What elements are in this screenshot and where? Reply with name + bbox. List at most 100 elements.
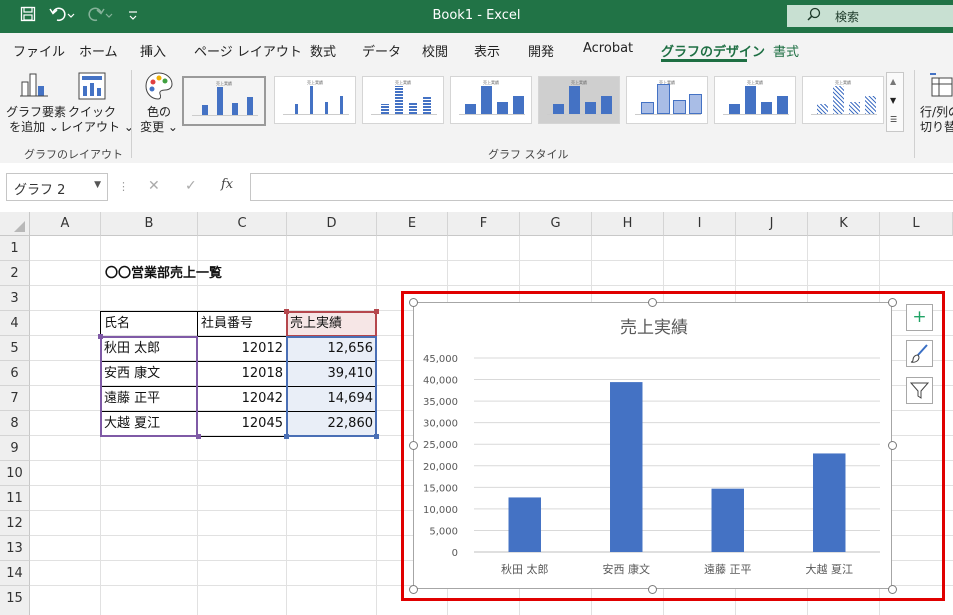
resize-handle[interactable] — [888, 298, 897, 307]
insert-function-icon[interactable]: fx — [221, 177, 233, 192]
formula-bar: グラフ 2 ▼ ⋮ ✕ ✓ fx — [0, 163, 953, 211]
cell-name[interactable]: 大越 夏江 — [104, 411, 160, 436]
col-header-a[interactable]: A — [30, 212, 101, 236]
resize-handle[interactable] — [409, 585, 418, 594]
row-header[interactable]: 1 — [0, 236, 30, 261]
col-header-j[interactable]: J — [736, 212, 808, 236]
row-header[interactable]: 14 — [0, 561, 30, 586]
name-box[interactable]: グラフ 2 ▼ — [6, 173, 108, 201]
switch-row-column-icon[interactable] — [928, 72, 953, 101]
tab-home[interactable]: ホーム — [79, 41, 118, 60]
col-header-i[interactable]: I — [664, 212, 736, 236]
col-header-d[interactable]: D — [287, 212, 377, 236]
col-header-c[interactable]: C — [198, 212, 287, 236]
row-header[interactable]: 6 — [0, 361, 30, 386]
col-header-h[interactable]: H — [592, 212, 664, 236]
cell-employee-no[interactable]: 12018 — [198, 361, 283, 386]
col-header-b[interactable]: B — [101, 212, 198, 236]
tab-developer[interactable]: 開発 — [528, 41, 554, 60]
row-header[interactable]: 12 — [0, 511, 30, 536]
tab-page-layout[interactable]: ページ レイアウト — [194, 41, 302, 60]
cell-employee-no[interactable]: 12012 — [198, 336, 283, 361]
tab-view[interactable]: 表示 — [474, 41, 500, 60]
cell-employee-no[interactable]: 12042 — [198, 386, 283, 411]
range-handle[interactable] — [98, 334, 103, 339]
cell-name[interactable]: 遠藤 正平 — [104, 386, 160, 411]
add-chart-element-button[interactable]: グラフ要素 を追加 ⌄ — [6, 105, 66, 135]
resize-handle[interactable] — [888, 585, 897, 594]
cell-sales[interactable]: 14,694 — [287, 386, 374, 411]
chevron-down-icon[interactable]: ▼ — [94, 180, 101, 190]
header-name[interactable]: 氏名 — [104, 311, 130, 336]
more-icon: ⋮ — [118, 180, 129, 193]
cancel-icon[interactable]: ✕ — [148, 178, 160, 194]
tab-file[interactable]: ファイル — [13, 41, 65, 60]
chart-elements-button[interactable]: + — [906, 304, 933, 331]
resize-handle[interactable] — [409, 298, 418, 307]
chart-style-1[interactable]: 売上実績 — [182, 76, 266, 126]
row-header[interactable]: 15 — [0, 586, 30, 615]
chart-filters-button[interactable] — [906, 377, 933, 404]
tab-review[interactable]: 校閲 — [422, 41, 448, 60]
add-chart-element-icon[interactable] — [18, 70, 50, 105]
sheet-title[interactable]: 〇〇営業部売上一覧 — [105, 261, 222, 286]
range-handle[interactable] — [374, 309, 379, 314]
active-tab-indicator — [661, 59, 747, 62]
quick-layout-button[interactable]: クイック レイアウト ⌄ — [60, 105, 134, 135]
col-header-e[interactable]: E — [377, 212, 448, 236]
chart-style-3[interactable]: 売上実績 — [362, 76, 444, 124]
row-header[interactable]: 8 — [0, 411, 30, 436]
cell-name[interactable]: 安西 康文 — [104, 361, 160, 386]
switch-row-column-button[interactable]: 行/列の切り替え — [920, 105, 953, 135]
row-header[interactable]: 5 — [0, 336, 30, 361]
chart-style-8[interactable]: 売上実績 — [802, 76, 884, 124]
tab-format[interactable]: 書式 — [773, 41, 799, 60]
ribbon-separator-2 — [914, 70, 915, 158]
select-all-corner[interactable] — [0, 212, 30, 236]
row-header[interactable]: 9 — [0, 436, 30, 461]
chart-style-7[interactable]: 売上実績 — [714, 76, 796, 124]
row-header[interactable]: 3 — [0, 286, 30, 311]
range-handle[interactable] — [284, 309, 289, 314]
formula-input[interactable] — [250, 173, 953, 201]
palette-icon[interactable] — [143, 70, 175, 105]
chart-style-6[interactable]: 売上実績 — [626, 76, 708, 124]
resize-handle[interactable] — [409, 441, 418, 450]
row-header[interactable]: 7 — [0, 386, 30, 411]
cell-sales[interactable]: 22,860 — [287, 411, 374, 436]
row-header[interactable]: 11 — [0, 486, 30, 511]
quick-layout-icon[interactable] — [76, 70, 108, 105]
style-gallery-scroller[interactable]: ▲ ▼ ☰ — [886, 72, 904, 132]
resize-handle[interactable] — [648, 585, 657, 594]
resize-handle[interactable] — [888, 441, 897, 450]
range-handle[interactable] — [374, 434, 379, 439]
resize-handle[interactable] — [648, 298, 657, 307]
chart-styles-button[interactable] — [906, 340, 933, 367]
col-header-f[interactable]: F — [448, 212, 520, 236]
cell-name[interactable]: 秋田 太郎 — [104, 336, 160, 361]
row-header[interactable]: 2 — [0, 261, 30, 286]
tab-chart-design[interactable]: グラフのデザイン — [661, 41, 765, 60]
row-header[interactable]: 13 — [0, 536, 30, 561]
header-sales[interactable]: 売上実績 — [290, 311, 342, 336]
tab-formulas[interactable]: 数式 — [310, 41, 336, 60]
header-employee-no[interactable]: 社員番号 — [201, 311, 253, 336]
enter-icon[interactable]: ✓ — [185, 178, 197, 194]
row-header[interactable]: 10 — [0, 461, 30, 486]
search-box[interactable]: 検索 — [787, 5, 953, 27]
col-header-l[interactable]: L — [880, 212, 953, 236]
chart-style-4[interactable]: 売上実績 — [450, 76, 532, 124]
tab-acrobat[interactable]: Acrobat — [583, 41, 633, 56]
cell-employee-no[interactable]: 12045 — [198, 411, 283, 436]
cell-sales[interactable]: 12,656 — [287, 336, 374, 361]
cell-sales[interactable]: 39,410 — [287, 361, 374, 386]
col-header-g[interactable]: G — [520, 212, 592, 236]
col-header-k[interactable]: K — [808, 212, 880, 236]
chart-style-2[interactable]: 売上実績 — [274, 76, 356, 124]
chart-style-5[interactable]: 売上実績 — [538, 76, 620, 124]
filter-icon — [909, 382, 930, 399]
change-colors-button[interactable]: 色の 変更 ⌄ — [136, 105, 182, 135]
row-header[interactable]: 4 — [0, 311, 30, 336]
tab-data[interactable]: データ — [362, 41, 401, 60]
tab-insert[interactable]: 挿入 — [140, 41, 166, 60]
